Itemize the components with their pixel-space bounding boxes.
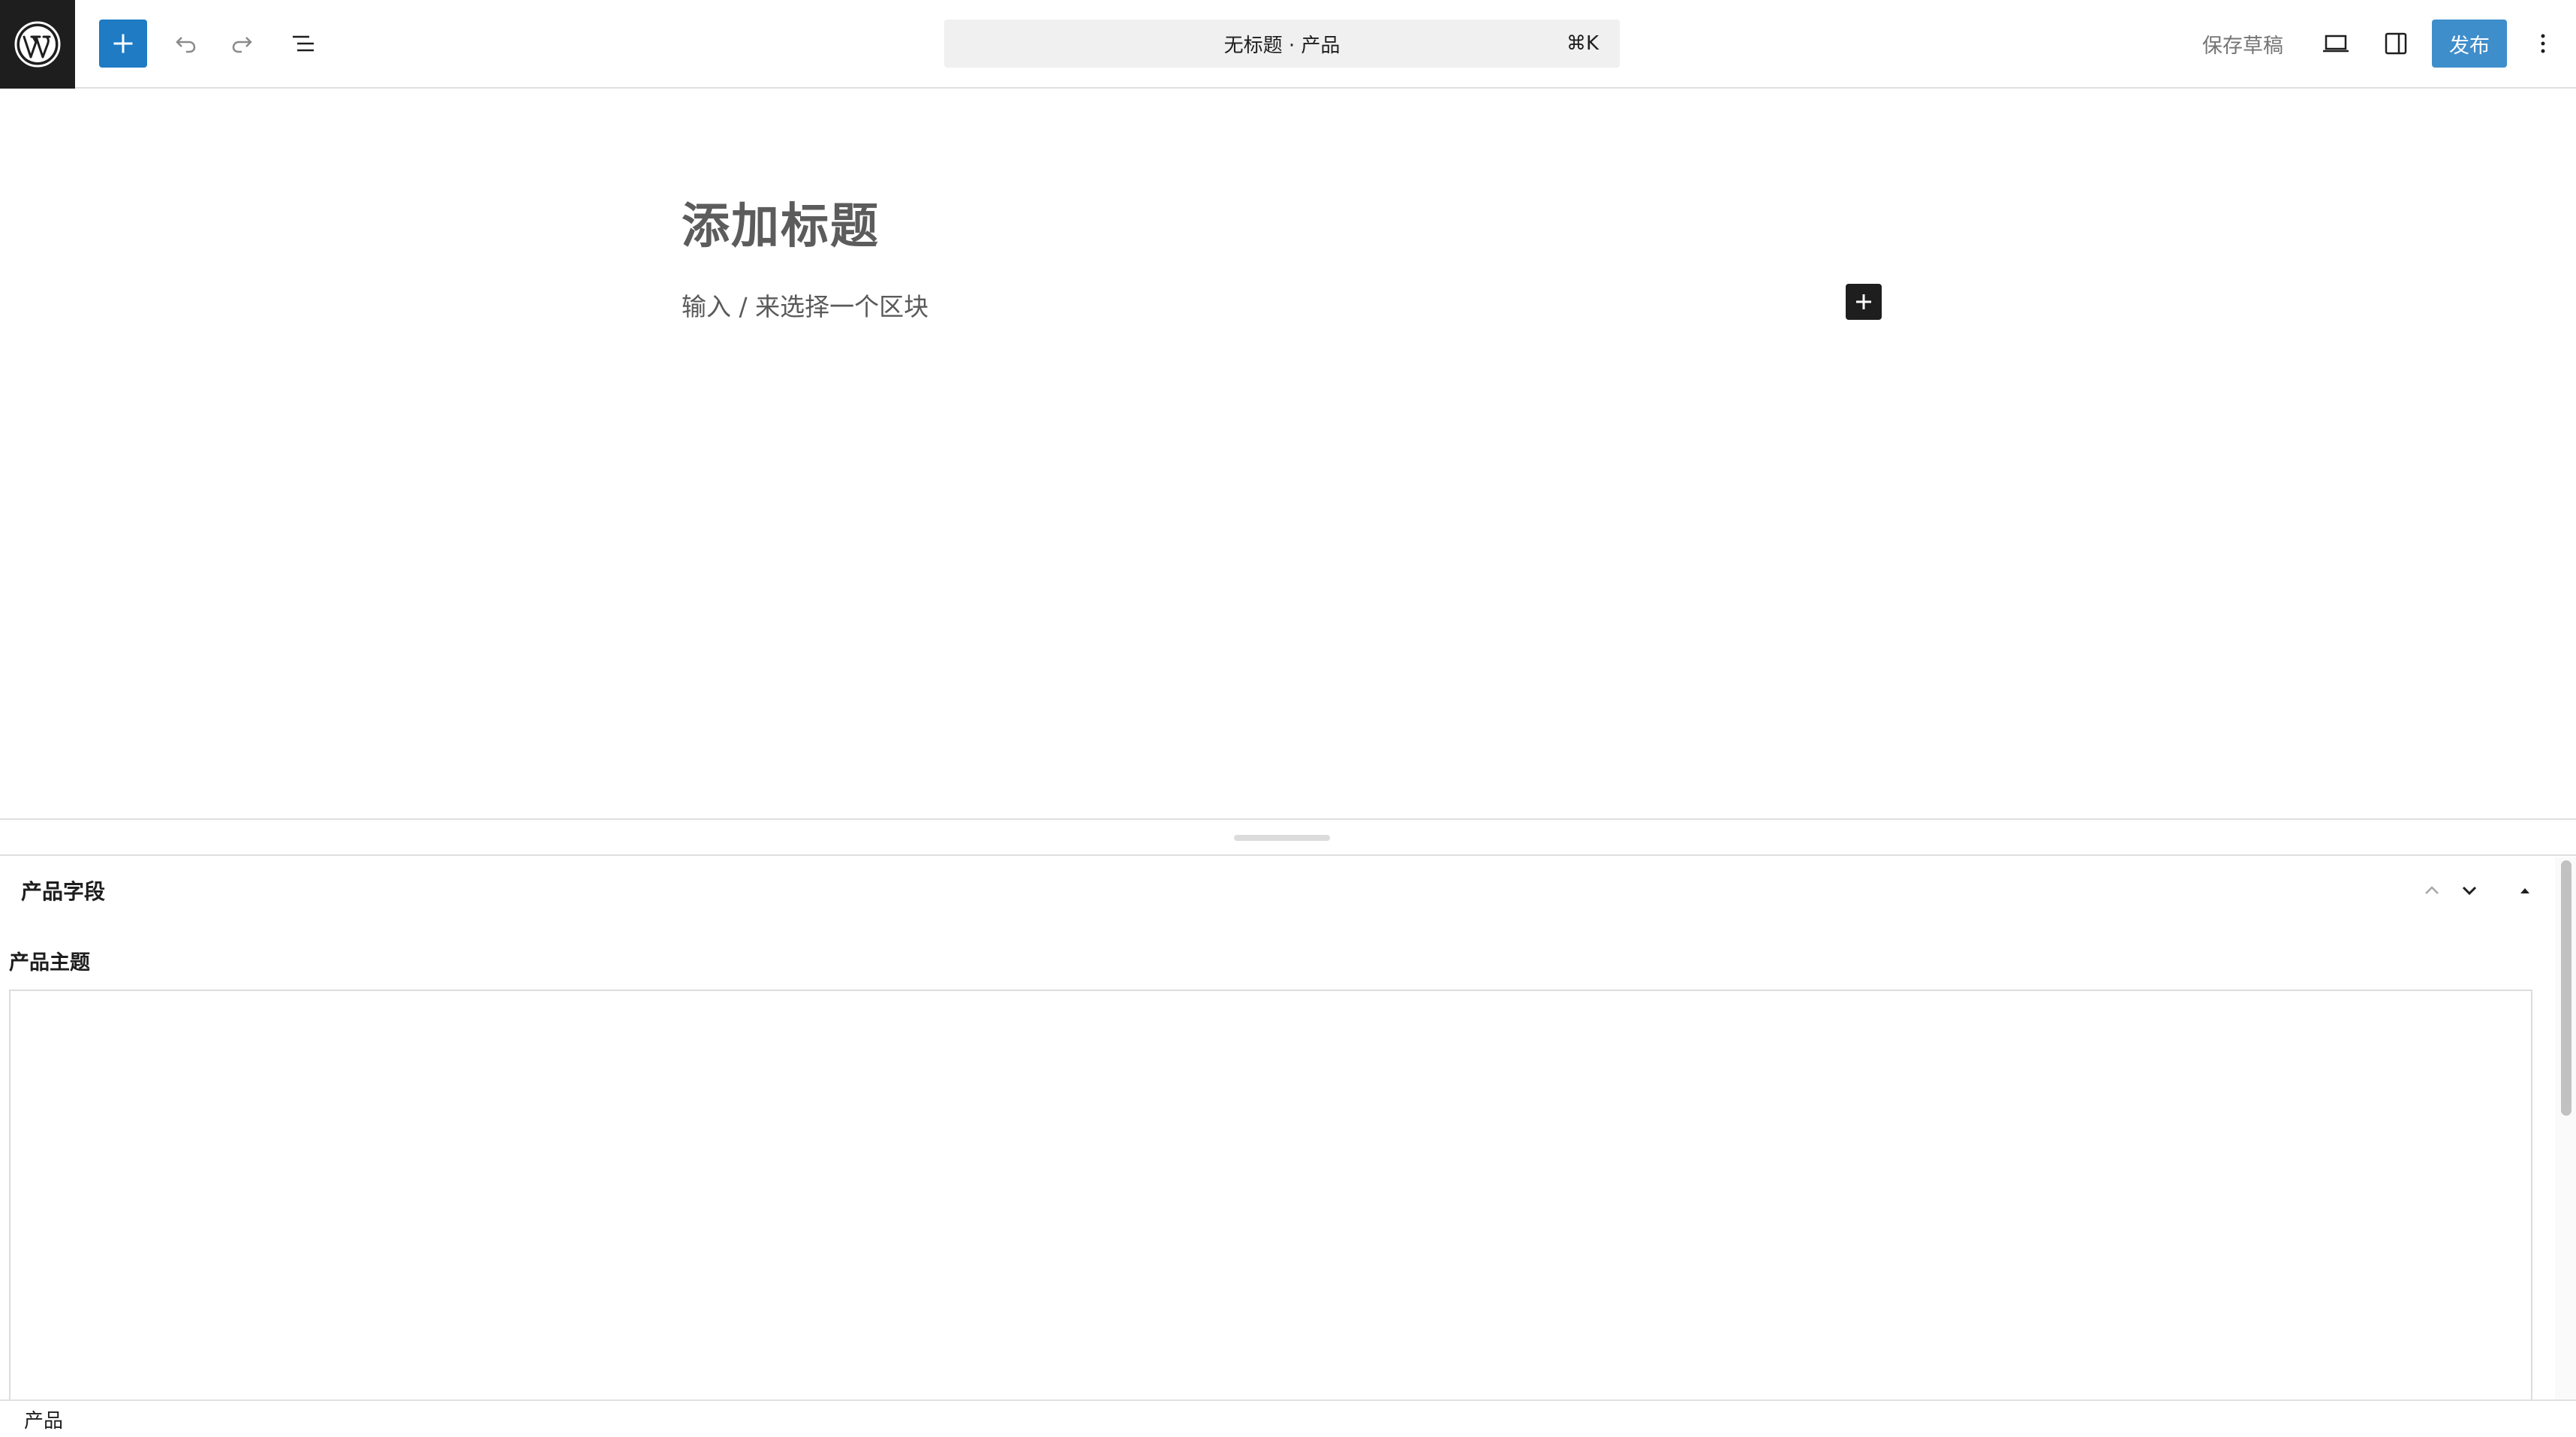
options-menu-button[interactable] <box>2519 20 2567 68</box>
wordpress-icon <box>14 21 61 68</box>
move-down-button[interactable] <box>2451 872 2487 908</box>
editor-canvas: 添加标题 输入 / 来选择一个区块 <box>0 90 2576 818</box>
metabox-header: 产品字段 <box>0 857 2552 923</box>
post-title-input[interactable]: 添加标题 <box>682 188 880 257</box>
chevron-down-icon <box>2462 886 2477 896</box>
metabox-title: 产品字段 <box>21 879 106 904</box>
document-title: 无标题 · 产品 <box>1223 34 1341 57</box>
list-view-icon <box>293 35 314 52</box>
chevron-up-icon <box>2425 886 2439 894</box>
plus-icon <box>1856 294 1871 309</box>
command-palette-button[interactable]: 无标题 · 产品 ⌘K <box>944 20 1620 68</box>
redo-button[interactable] <box>219 20 267 68</box>
add-block-button[interactable] <box>1846 284 1882 320</box>
plus-icon <box>113 34 133 53</box>
undo-icon <box>176 37 196 53</box>
metabox-resize-bar <box>0 818 2576 856</box>
product-topic-label: 产品主题 <box>9 951 90 975</box>
block-inserter-toggle[interactable] <box>99 20 147 68</box>
save-draft-button[interactable]: 保存草稿 <box>2192 20 2294 68</box>
settings-sidebar-button[interactable] <box>2372 20 2420 68</box>
breadcrumb-item-root[interactable]: 产品 <box>24 1401 63 1437</box>
caret-up-icon <box>2520 888 2529 893</box>
product-topic-textarea[interactable] <box>9 990 2532 1399</box>
metabox-panel: 产品字段 产品主题 <box>0 857 2576 1399</box>
editor-header: 无标题 · 产品 ⌘K 保存草稿 发布 <box>0 0 2576 89</box>
wordpress-logo-button[interactable] <box>0 0 75 89</box>
desktop-view-icon <box>2323 35 2349 53</box>
scrollbar-thumb[interactable] <box>2561 860 2571 1116</box>
publish-button[interactable]: 发布 <box>2432 20 2507 68</box>
kebab-menu-icon <box>2541 34 2545 53</box>
block-breadcrumb-bar: 产品 <box>0 1399 2576 1437</box>
default-block-appender[interactable]: 输入 / 来选择一个区块 <box>682 287 928 323</box>
toggle-panel-button[interactable] <box>2507 872 2543 908</box>
metabox-scrollbar[interactable] <box>2555 857 2576 1399</box>
resize-handle[interactable] <box>1234 835 1330 841</box>
move-up-button[interactable] <box>2414 872 2450 908</box>
keyboard-shortcut-label: ⌘K <box>1566 32 1599 55</box>
redo-icon <box>232 37 252 53</box>
preview-button[interactable] <box>2312 20 2360 68</box>
undo-button[interactable] <box>161 20 209 68</box>
sidebar-icon <box>2385 32 2407 55</box>
document-overview-button[interactable] <box>279 20 327 68</box>
